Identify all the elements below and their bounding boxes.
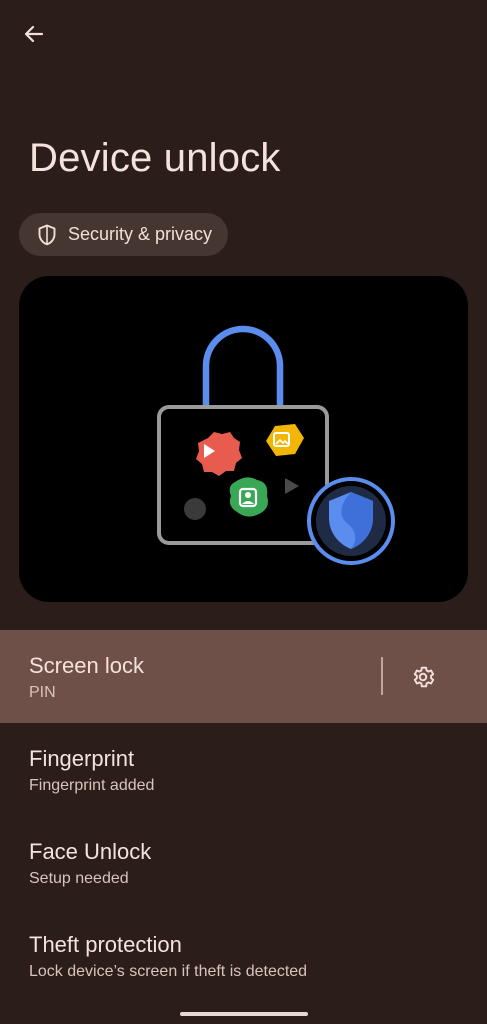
dot-shape [184, 498, 206, 520]
page-title: Device unlock [29, 136, 281, 180]
back-button[interactable] [12, 14, 56, 54]
photo-badge-icon [266, 424, 304, 456]
setting-title: Screen lock [29, 653, 144, 678]
play-badge-icon [196, 432, 242, 476]
screen-lock-settings-button[interactable] [401, 655, 445, 699]
setting-row-theft-protection[interactable]: Theft protection Lock device’s screen if… [0, 909, 487, 1002]
device-unlock-screen: Device unlock Security & privacy Screen … [0, 0, 487, 1024]
shield-badge-icon [307, 477, 395, 565]
setting-title: Fingerprint [29, 746, 135, 771]
shield-icon [38, 224, 56, 245]
setting-row-face-unlock[interactable]: Face Unlock Setup needed [0, 816, 487, 909]
security-privacy-breadcrumb-chip[interactable]: Security & privacy [19, 213, 229, 256]
setting-title: Face Unlock [29, 839, 152, 864]
chip-label: Security & privacy [68, 224, 213, 244]
device-unlock-illustration [19, 276, 468, 602]
setting-subtitle: Fingerprint added [29, 777, 155, 794]
home-indicator[interactable] [180, 1012, 308, 1016]
play-triangle-shape [285, 478, 299, 494]
arrow-back-icon [24, 25, 44, 43]
settings-list: Screen lock PIN Fingerprint Fingerprint … [0, 630, 487, 1002]
lock-shackle [202, 325, 284, 407]
contact-badge-icon [229, 477, 268, 517]
gear-icon [413, 666, 435, 688]
setting-subtitle: Setup needed [29, 870, 129, 887]
setting-subtitle: Lock device’s screen if theft is detecte… [29, 963, 308, 980]
setting-row-screen-lock[interactable]: Screen lock PIN [0, 630, 487, 723]
setting-subtitle: PIN [29, 684, 56, 701]
setting-title: Theft protection [29, 932, 182, 957]
lock-body [157, 405, 329, 545]
row-divider [381, 657, 383, 695]
setting-row-fingerprint[interactable]: Fingerprint Fingerprint added [0, 723, 487, 816]
